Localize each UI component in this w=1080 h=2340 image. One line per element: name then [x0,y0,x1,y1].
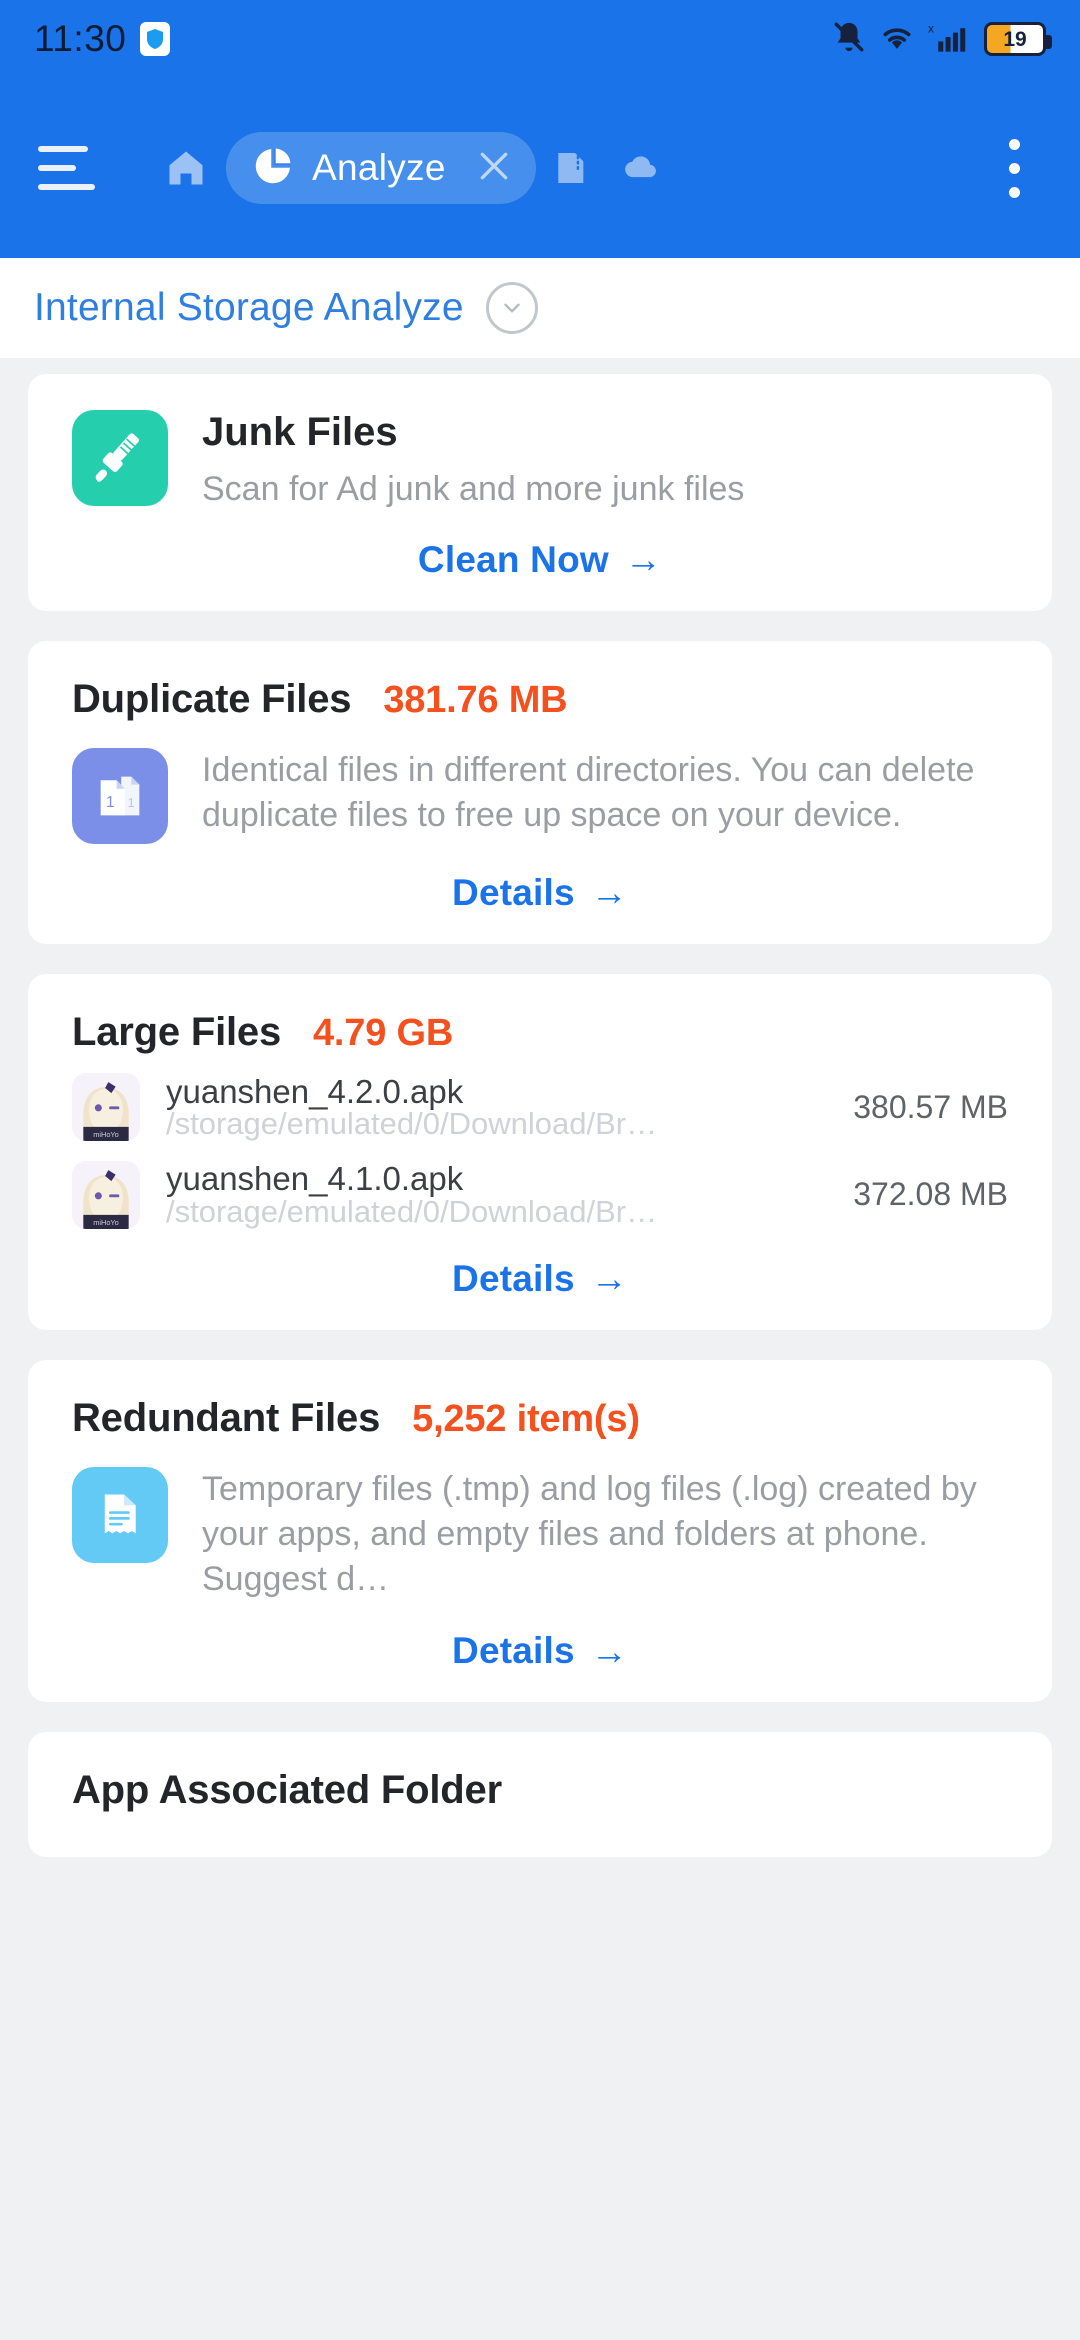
document-receipt-icon [72,1466,168,1563]
file-size: 380.57 MB [853,1088,1008,1125]
card-duplicate-files[interactable]: Duplicate Files 381.76 MB 1 1 Identical … [28,640,1052,944]
shield-icon [140,22,171,56]
cloud-icon[interactable] [604,134,672,202]
duplicate-amount: 381.76 MB [383,678,568,721]
breadcrumb: Internal Storage Analyze [0,258,1080,358]
file-path: /storage/emulated/0/Download/Br… [166,1194,658,1230]
duplicate-body: 1 1 Identical files in different directo… [72,747,1008,844]
status-bar: 11:30 x 19 [0,0,1080,78]
svg-text:1: 1 [128,796,135,810]
file-name: yuanshen_4.2.0.apk [166,1072,464,1110]
junk-header: Junk Files Scan for Ad junk and more jun… [72,410,1008,511]
file-path: /storage/emulated/0/Download/Br… [166,1106,658,1142]
redundant-details-button[interactable]: Details → [72,1630,1008,1672]
arrow-right-icon: → [624,539,663,580]
app-toolbar: Analyze [0,78,1080,258]
toolbar-tabs: Analyze [152,132,672,204]
card-large-files[interactable]: Large Files 4.79 GB miHoYo yuanshen_4.2.… [28,973,1052,1330]
analyze-card-list: Junk Files Scan for Ad junk and more jun… [0,358,1080,1858]
list-item[interactable]: miHoYo yuanshen_4.1.0.apk /storage/emula… [72,1160,1008,1230]
list-item[interactable]: miHoYo yuanshen_4.2.0.apk /storage/emula… [72,1073,1008,1143]
arrow-right-icon: → [590,1258,628,1300]
app-folder-title: App Associated Folder [72,1768,502,1813]
file-info: yuanshen_4.2.0.apk /storage/emulated/0/D… [166,1073,813,1143]
redundant-details-label: Details [452,1630,575,1672]
chevron-down-icon[interactable] [485,282,538,334]
clean-now-button[interactable]: Clean Now → [72,539,1008,581]
duplicate-files-icon: 1 1 [72,747,168,844]
svg-text:x: x [928,22,934,35]
large-details-button[interactable]: Details → [72,1258,1008,1300]
pie-chart-icon [252,145,294,192]
redundant-body: Temporary files (.tmp) and log files (.l… [72,1466,1008,1603]
bell-muted-icon [832,19,866,60]
file-info: yuanshen_4.1.0.apk /storage/emulated/0/D… [166,1160,813,1230]
large-title: Large Files [72,1009,281,1054]
large-details-label: Details [452,1257,575,1299]
card-junk-files[interactable]: Junk Files Scan for Ad junk and more jun… [28,374,1052,611]
tab-analyze-label: Analyze [312,147,446,188]
redundant-description: Temporary files (.tmp) and log files (.l… [202,1469,977,1599]
genshin-apk-icon: miHoYo [72,1073,140,1142]
close-icon[interactable] [474,146,514,191]
file-size: 372.08 MB [853,1176,1008,1213]
redundant-header: Redundant Files 5,252 item(s) [72,1396,1008,1441]
large-header: Large Files 4.79 GB [72,1010,1008,1055]
status-bar-left: 11:30 [34,18,171,60]
arrow-right-icon: → [590,1630,628,1672]
sdcard-icon[interactable] [536,134,604,202]
battery-level: 19 [1003,27,1027,51]
battery-indicator: 19 [984,22,1052,56]
duplicate-description: Identical files in different directories… [202,750,975,834]
redundant-amount: 5,252 item(s) [412,1397,640,1440]
file-name: yuanshen_4.1.0.apk [166,1160,464,1198]
svg-text:miHoYo: miHoYo [93,1130,119,1139]
wifi-icon [878,21,916,58]
large-amount: 4.79 GB [313,1011,454,1054]
signal-x-icon: x [928,20,972,59]
redundant-title: Redundant Files [72,1395,381,1440]
status-bar-right: x 19 [832,19,1052,60]
kebab-menu-icon[interactable] [978,125,1050,211]
clean-now-label: Clean Now [417,538,609,580]
card-app-associated-folder[interactable]: App Associated Folder [28,1732,1052,1858]
hamburger-icon[interactable] [30,131,104,205]
junk-text: Junk Files Scan for Ad junk and more jun… [202,410,744,511]
svg-text:miHoYo: miHoYo [93,1218,119,1227]
duplicate-details-button[interactable]: Details → [72,872,1008,914]
tab-analyze[interactable]: Analyze [226,132,536,204]
broom-icon [72,410,168,506]
junk-title: Junk Files [202,410,398,454]
svg-text:1: 1 [106,794,115,811]
duplicate-title: Duplicate Files [72,676,352,721]
junk-subtitle: Scan for Ad junk and more junk files [202,470,745,508]
arrow-right-icon: → [590,872,628,913]
home-icon[interactable] [152,134,220,202]
card-redundant-files[interactable]: Redundant Files 5,252 item(s) Temporary … [28,1359,1052,1703]
duplicate-header: Duplicate Files 381.76 MB [72,677,1008,722]
duplicate-details-label: Details [452,871,575,913]
page-title[interactable]: Internal Storage Analyze [34,286,464,330]
app-folder-header: App Associated Folder [72,1768,1008,1813]
toolbar-right [978,125,1050,211]
status-time: 11:30 [34,18,127,59]
genshin-apk-icon: miHoYo [72,1160,140,1229]
